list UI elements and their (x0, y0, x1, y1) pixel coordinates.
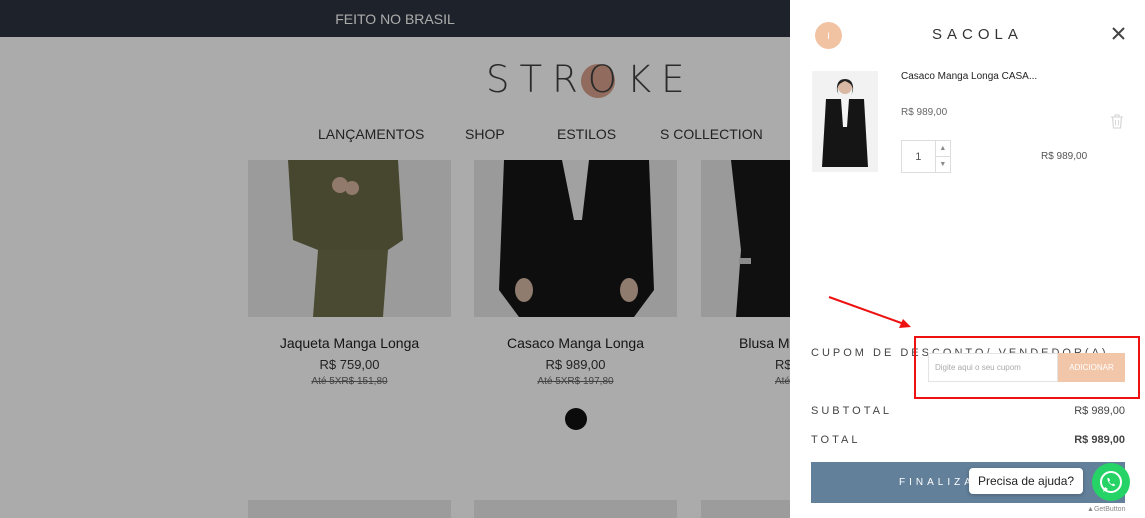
store-logo[interactable]: STROKE (486, 58, 695, 101)
cart-item-image[interactable] (812, 71, 878, 172)
cart-item-name[interactable]: Casaco Manga Longa CASA... (901, 71, 1037, 82)
help-tooltip[interactable]: Precisa de ajuda? (969, 468, 1084, 494)
whatsapp-icon[interactable] (1092, 463, 1130, 501)
total-value: R$ 989,00 (1074, 434, 1125, 446)
trash-icon[interactable] (1110, 114, 1124, 134)
subtotal-value: R$ 989,00 (1074, 405, 1125, 417)
quantity-stepper[interactable]: 1 ▲ ▼ (901, 140, 951, 173)
chevron-down-icon[interactable]: ▼ (936, 157, 950, 172)
cart-item-total: R$ 989,00 (1041, 151, 1088, 162)
user-avatar[interactable]: I (815, 22, 842, 49)
chevron-up-icon[interactable]: ▲ (935, 141, 950, 157)
total-label: TOTAL (811, 434, 861, 446)
cart-title: SACOLA (932, 26, 1023, 43)
cart-drawer: I SACOLA Casaco Manga Longa CASA... R$ 9… (790, 0, 1145, 518)
annotation-highlight-box (914, 336, 1140, 399)
subtotal-label: SUBTOTAL (811, 405, 893, 417)
quantity-value[interactable]: 1 (902, 141, 935, 172)
close-icon[interactable] (1112, 24, 1125, 44)
cart-item-unit-price: R$ 989,00 (901, 107, 948, 118)
getbutton-credit[interactable]: ▲GetButton (1087, 506, 1125, 513)
